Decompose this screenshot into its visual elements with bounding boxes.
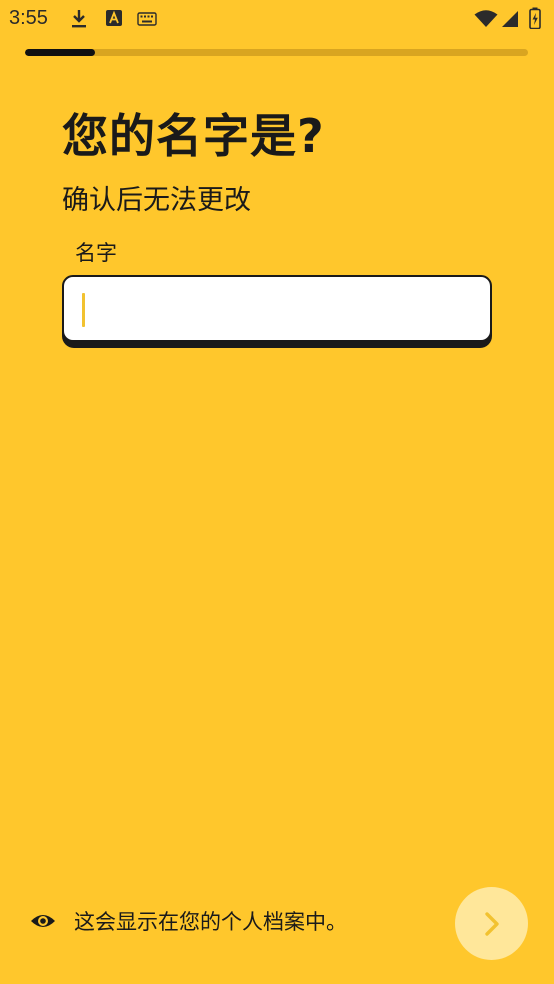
- page-subtitle: 确认后无法更改: [62, 185, 251, 216]
- status-bar: 3:55: [0, 0, 554, 40]
- keyboard-icon: [137, 12, 157, 26]
- visibility-note-text: 这会显示在您的个人档案中。: [74, 910, 347, 934]
- name-field-label: 名字: [75, 241, 117, 265]
- next-button[interactable]: [455, 887, 528, 960]
- progress-fill: [25, 49, 96, 56]
- visibility-note: 这会显示在您的个人档案中。: [30, 906, 347, 936]
- download-icon: [72, 10, 86, 28]
- battery-charging-icon: [529, 7, 541, 29]
- status-time: 3:55: [9, 7, 48, 29]
- eye-icon: [31, 915, 55, 927]
- signal-icon: [502, 11, 518, 27]
- progress-bar: [25, 49, 528, 56]
- chevron-right-icon: [484, 911, 499, 936]
- name-input[interactable]: [64, 277, 490, 340]
- a-badge-icon: [106, 10, 122, 26]
- wifi-icon: [474, 10, 498, 27]
- screen: 3:55 您的名字是? 确认后无法更改 名字 这会显示在您的个人档案中。: [0, 0, 554, 984]
- name-input-container[interactable]: [62, 275, 492, 342]
- page-title: 您的名字是?: [62, 109, 325, 163]
- text-caret: [82, 293, 85, 327]
